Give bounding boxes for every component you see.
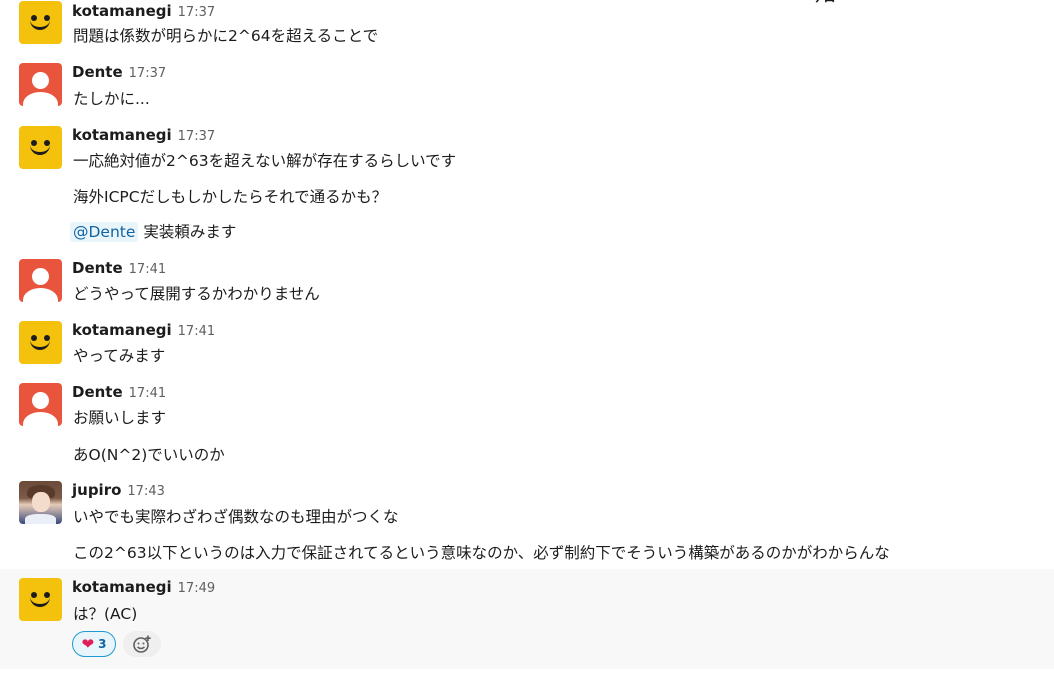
sender-name[interactable]: kotamanegi [72, 126, 172, 144]
message-text: やってみます [73, 347, 166, 365]
avatar[interactable] [19, 259, 62, 302]
timestamp[interactable]: 17:37 [178, 5, 215, 20]
mention-text: 実装頼みます [143, 223, 237, 241]
message-text: お願いします [73, 409, 167, 427]
reaction-heart[interactable]: ❤ 3 [72, 631, 116, 657]
message-text: あO(N^2)でいいのか [73, 446, 225, 464]
sender-name[interactable]: kotamanegi [72, 578, 172, 596]
timestamp[interactable]: 17:37 [178, 129, 215, 144]
message-text: どうやって展開するかわかりません [73, 285, 320, 303]
message-text: いやでも実際わざわざ偶数なのも理由がつくな [73, 508, 399, 526]
sender-name[interactable]: kotamanegi [72, 2, 172, 20]
add-reaction-button[interactable] [123, 631, 161, 657]
avatar[interactable] [19, 63, 62, 106]
message-text: 海外ICPCだしもしかしたらそれで通るかも？ [73, 188, 388, 206]
avatar[interactable] [19, 383, 62, 426]
sender-name[interactable]: kotamanegi [72, 321, 172, 339]
sender-name[interactable]: Dente [72, 259, 123, 277]
sender-name[interactable]: Dente [72, 383, 123, 401]
timestamp[interactable]: 17:37 [129, 66, 166, 81]
avatar[interactable] [19, 578, 62, 621]
message-text: 問題は係数が明らかに2^64を超えることで [73, 27, 379, 45]
message-text: この2^63以下というのは入力で保証されてるという意味なのか、必ず制約下でそうい… [73, 544, 890, 562]
timestamp[interactable]: 17:41 [129, 262, 166, 277]
avatar[interactable] [19, 481, 62, 524]
timestamp[interactable]: 17:41 [129, 386, 166, 401]
timestamp[interactable]: 17:41 [178, 324, 215, 339]
timestamp[interactable]: 17:43 [127, 484, 164, 499]
user-mention[interactable]: @Dente [70, 222, 139, 242]
reaction-count: 3 [98, 637, 107, 651]
message-text: たしかに... [73, 90, 150, 108]
avatar[interactable] [19, 1, 62, 44]
message-text: 一応絶対値が2^63を超えない解が存在するらしいです [73, 152, 457, 170]
sender-name[interactable]: jupiro [72, 481, 121, 499]
add-reaction-icon [133, 635, 151, 653]
message-text: @Dente 実装頼みます [70, 220, 237, 242]
avatar[interactable] [19, 126, 62, 169]
message-text: は？(AC) [73, 605, 138, 623]
sender-name[interactable]: Dente [72, 63, 123, 81]
date-divider[interactable]: 今日 [793, 0, 853, 8]
avatar[interactable] [19, 321, 62, 364]
heart-icon: ❤ [81, 634, 95, 653]
timestamp[interactable]: 17:49 [178, 581, 215, 596]
